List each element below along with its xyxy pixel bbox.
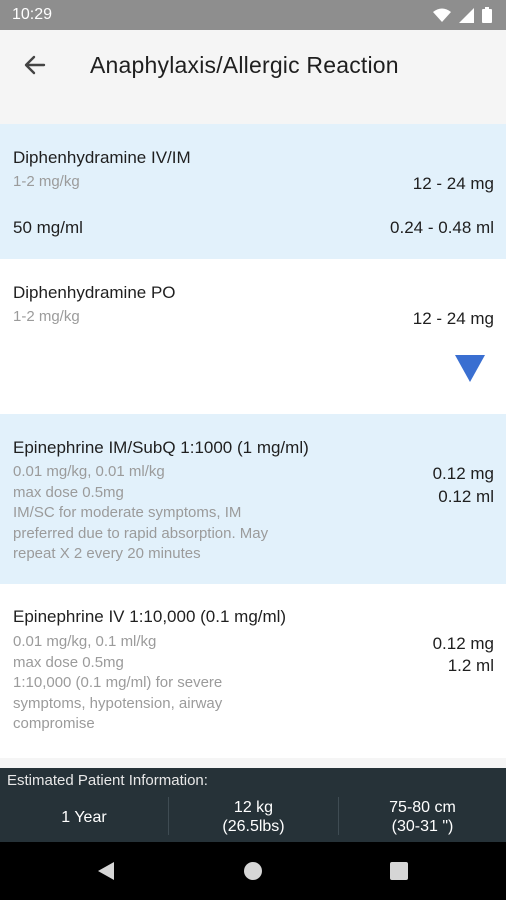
drug-volume: 0.24 - 0.48 ml: [390, 218, 494, 237]
back-button[interactable]: [18, 48, 52, 82]
wifi-icon: [433, 8, 451, 22]
drug-card-epinephrine-im-subq[interactable]: Epinephrine IM/SubQ 1:1000 (1 mg/ml) 0.0…: [0, 414, 506, 584]
height-in: (30-31 "): [391, 818, 454, 835]
drug-name: Epinephrine IM/SubQ 1:1000 (1 mg/ml): [13, 438, 309, 457]
drug-name: Diphenhydramine IV/IM: [13, 148, 191, 167]
age-value: 1 Year: [61, 808, 107, 826]
patient-weight[interactable]: 12 kg (26.5lbs): [169, 796, 338, 838]
drug-dose: 0.12 mg: [432, 464, 494, 483]
expand-triangle-shape: [455, 355, 485, 382]
drug-volume: 1.2 ml: [447, 656, 494, 675]
drug-detail: 0.01 mg/kg, 0.1 ml/kg max dose 0.5mg 1:1…: [13, 633, 223, 732]
drug-volume: 0.12 ml: [438, 487, 494, 506]
status-bar: 10:29: [0, 0, 506, 30]
drug-card-diphenhydramine-po[interactable]: Diphenhydramine PO 1-2 mg/kg 12 - 24 mg: [0, 259, 506, 414]
drug-dose: 12 - 24 mg: [412, 309, 494, 328]
height-cm: 75-80 cm: [389, 799, 456, 816]
nav-back-icon[interactable]: [96, 861, 116, 881]
patient-age[interactable]: 1 Year: [0, 796, 168, 838]
weight-lbs: (26.5lbs): [222, 818, 285, 835]
drug-name: Epinephrine IV 1:10,000 (0.1 mg/ml): [13, 607, 287, 626]
drug-card-diphenhydramine-iv-im[interactable]: Diphenhydramine IV/IM 1-2 mg/kg 12 - 24 …: [0, 124, 506, 259]
drug-card-epinephrine-iv[interactable]: Epinephrine IV 1:10,000 (0.1 mg/ml) 0.01…: [0, 584, 506, 758]
nav-home-icon[interactable]: [243, 861, 263, 881]
patient-info-header: Estimated Patient Information:: [7, 772, 208, 789]
drug-detail: 0.01 mg/kg, 0.01 ml/kg max dose 0.5mg IM…: [13, 463, 269, 562]
arrow-back-icon: [24, 55, 46, 75]
patient-info-bar: Estimated Patient Information: 1 Year 12…: [0, 768, 506, 842]
weight-kg: 12 kg: [233, 799, 274, 816]
drug-list: Diphenhydramine IV/IM 1-2 mg/kg 12 - 24 …: [0, 124, 506, 758]
page-title: Anaphylaxis/Allergic Reaction: [90, 52, 399, 78]
signal-icon: [459, 7, 474, 23]
drug-dose: 12 - 24 mg: [412, 174, 494, 193]
app-bar: Anaphylaxis/Allergic Reaction: [0, 30, 506, 102]
drug-concentration: 50 mg/ml: [13, 218, 83, 237]
system-nav-bar: [0, 842, 506, 900]
drug-name: Diphenhydramine PO: [13, 283, 176, 302]
drug-detail: 1-2 mg/kg: [13, 308, 80, 325]
expand-triangle-icon[interactable]: [455, 355, 485, 382]
battery-icon: [482, 7, 492, 23]
drug-detail: 1-2 mg/kg: [13, 173, 80, 190]
status-time: 10:29: [12, 6, 53, 23]
patient-height[interactable]: 75-80 cm (30-31 "): [339, 796, 506, 838]
status-icons: [433, 7, 492, 23]
drug-dose: 0.12 mg: [432, 634, 494, 653]
nav-recents-icon[interactable]: [390, 862, 408, 880]
